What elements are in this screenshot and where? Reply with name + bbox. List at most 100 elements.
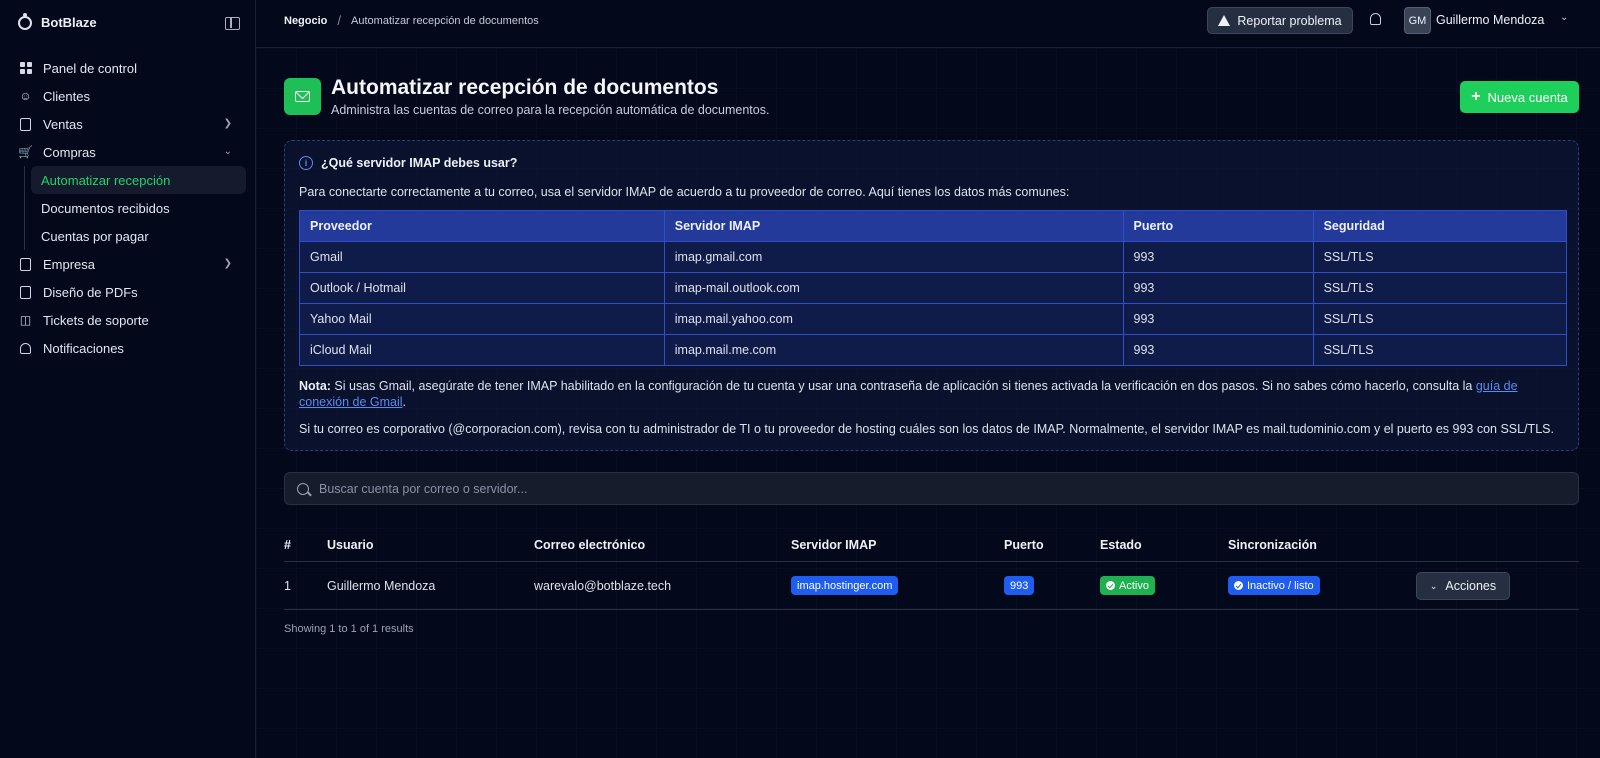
table-cell: imap-mail.outlook.com xyxy=(663,272,1124,304)
table-cell: SSL/TLS xyxy=(1312,334,1568,366)
sidebar-item-panel[interactable]: Panel de control xyxy=(10,54,246,82)
sidebar-item-label: Notificaciones xyxy=(43,340,124,356)
info-icon: i xyxy=(299,156,313,170)
column-header: Puerto xyxy=(1122,210,1314,242)
table-cell: Outlook / Hotmail xyxy=(299,272,665,304)
column-header: Servidor IMAP xyxy=(663,210,1124,242)
actions-button[interactable]: ⌄ Acciones xyxy=(1416,572,1510,600)
column-header: Sincronización xyxy=(1228,538,1317,552)
gmail-note: Nota: Si usas Gmail, asegúrate de tener … xyxy=(299,378,1564,410)
search-bar xyxy=(284,472,1579,505)
bell-icon[interactable] xyxy=(1370,13,1381,25)
table-cell: SSL/TLS xyxy=(1312,241,1568,273)
table-cell: Gmail xyxy=(299,241,665,273)
row-email: warevalo@botblaze.tech xyxy=(534,579,672,593)
plus-icon: + xyxy=(1471,88,1481,105)
table-cell: Yahoo Mail xyxy=(299,303,665,335)
sidebar-item-label: Empresa xyxy=(43,256,96,272)
sidebar-item-label: Panel de control xyxy=(43,60,137,76)
table-row: Gmail imap.gmail.com 993 SSL/TLS xyxy=(299,241,1568,273)
headphones-icon: ◫ xyxy=(19,313,32,327)
chevron-down-icon: ⌄ xyxy=(223,146,232,157)
sidebar-item-automatizar-recepcion[interactable]: Automatizar recepción xyxy=(31,166,246,194)
table-cell: imap.mail.yahoo.com xyxy=(663,303,1124,335)
receipt-icon xyxy=(18,117,33,132)
avatar[interactable]: GM xyxy=(1404,7,1431,34)
new-account-button[interactable]: + Nueva cuenta xyxy=(1460,81,1579,113)
sidebar-item-clientes[interactable]: ☺ Clientes xyxy=(10,82,246,110)
status-badge: Activo xyxy=(1100,576,1155,595)
note-label: Nota: xyxy=(299,379,331,393)
note-end: . xyxy=(402,395,407,409)
sidebar-item-ventas[interactable]: Ventas ❯ xyxy=(10,110,246,138)
sidebar-item-label: Clientes xyxy=(43,88,90,104)
table-cell: 993 xyxy=(1122,334,1314,366)
breadcrumb-separator: / xyxy=(337,13,342,28)
port-badge: 993 xyxy=(1004,576,1035,595)
table-cell: SSL/TLS xyxy=(1312,272,1568,304)
info-intro: Para conectarte correctamente a tu corre… xyxy=(299,185,1070,199)
chevron-down-icon[interactable]: ⌄ xyxy=(1560,12,1568,23)
column-header: Puerto xyxy=(1004,538,1044,552)
sidebar-item-label: Diseño de PDFs xyxy=(43,284,138,300)
actions-label: Acciones xyxy=(1445,579,1497,593)
column-header: Seguridad xyxy=(1312,210,1568,242)
note-text: Si usas Gmail, asegúrate de tener IMAP h… xyxy=(330,379,1476,393)
sidebar-item-label: Compras xyxy=(43,144,96,160)
sidebar-item-cuentas-por-pagar[interactable]: Cuentas por pagar xyxy=(25,222,246,250)
report-problem-button[interactable]: Reportar problema xyxy=(1207,7,1353,34)
sidebar-item-documentos-recibidos[interactable]: Documentos recibidos xyxy=(25,194,246,222)
logo-icon xyxy=(18,12,32,30)
accounts-table: # Usuario Correo electrónico Servidor IM… xyxy=(284,530,1579,610)
building-icon xyxy=(18,257,33,272)
top-bar: Negocio / Automatizar recepción de docum… xyxy=(256,0,1600,48)
sidebar-item-compras[interactable]: 🛒 Compras ⌄ xyxy=(10,138,246,166)
table-cell: 993 xyxy=(1122,241,1314,273)
brand[interactable]: BotBlaze xyxy=(18,12,97,30)
table-row: Yahoo Mail imap.mail.yahoo.com 993 SSL/T… xyxy=(299,303,1568,335)
check-circle-icon xyxy=(1106,581,1115,590)
table-header-row: # Usuario Correo electrónico Servidor IM… xyxy=(284,530,1579,562)
breadcrumb: Negocio / Automatizar recepción de docum… xyxy=(284,13,539,28)
report-problem-label: Reportar problema xyxy=(1237,13,1342,28)
table-header-row: Proveedor Servidor IMAP Puerto Seguridad xyxy=(299,210,1568,242)
column-header: Usuario xyxy=(327,538,374,552)
compras-submenu: Automatizar recepción Documentos recibid… xyxy=(24,166,246,250)
sidebar-item-tickets[interactable]: ◫ Tickets de soporte xyxy=(10,306,246,334)
table-cell: imap.gmail.com xyxy=(663,241,1124,273)
sidebar-item-diseno-pdfs[interactable]: Diseño de PDFs xyxy=(10,278,246,306)
warning-icon xyxy=(1218,15,1231,26)
sidebar-item-label: Cuentas por pagar xyxy=(41,228,149,244)
table-row: iCloud Mail imap.mail.me.com 993 SSL/TLS xyxy=(299,334,1568,366)
breadcrumb-item[interactable]: Negocio xyxy=(284,15,327,27)
table-cell: 993 xyxy=(1122,272,1314,304)
info-heading: i ¿Qué servidor IMAP debes usar? xyxy=(299,156,517,170)
row-user: Guillermo Mendoza xyxy=(327,579,436,593)
table-cell: iCloud Mail xyxy=(299,334,665,366)
search-icon xyxy=(297,482,309,495)
mail-icon xyxy=(284,78,321,115)
column-header: Correo electrónico xyxy=(534,538,646,552)
page-subtitle: Administra las cuentas de correo para la… xyxy=(331,103,770,117)
imap-info-box: i ¿Qué servidor IMAP debes usar? Para co… xyxy=(284,140,1579,451)
users-icon: ☺ xyxy=(19,89,32,103)
status-text: Activo xyxy=(1119,579,1149,592)
table-row[interactable]: 1 Guillermo Mendoza warevalo@botblaze.te… xyxy=(284,562,1579,610)
search-input[interactable] xyxy=(319,481,1519,496)
chevron-right-icon: ❯ xyxy=(223,258,232,269)
dashboard-icon xyxy=(18,61,33,76)
column-header: Servidor IMAP xyxy=(791,538,877,552)
page-title: Automatizar recepción de documentos xyxy=(331,76,719,99)
corporate-note: Si tu correo es corporativo (@corporacio… xyxy=(299,422,1554,436)
sidebar-item-empresa[interactable]: Empresa ❯ xyxy=(10,250,246,278)
chevron-right-icon: ❯ xyxy=(223,118,232,129)
imap-providers-table: Proveedor Servidor IMAP Puerto Seguridad… xyxy=(299,210,1568,366)
server-badge: imap.hostinger.com xyxy=(791,576,899,595)
sidebar-item-notificaciones[interactable]: Notificaciones xyxy=(10,334,246,362)
new-account-label: Nueva cuenta xyxy=(1487,89,1568,105)
column-header: Estado xyxy=(1100,538,1142,552)
check-circle-icon xyxy=(1234,581,1243,590)
sidebar-toggle-icon[interactable] xyxy=(225,17,240,30)
user-name[interactable]: Guillermo Mendoza xyxy=(1436,13,1544,27)
row-number: 1 xyxy=(284,579,291,593)
